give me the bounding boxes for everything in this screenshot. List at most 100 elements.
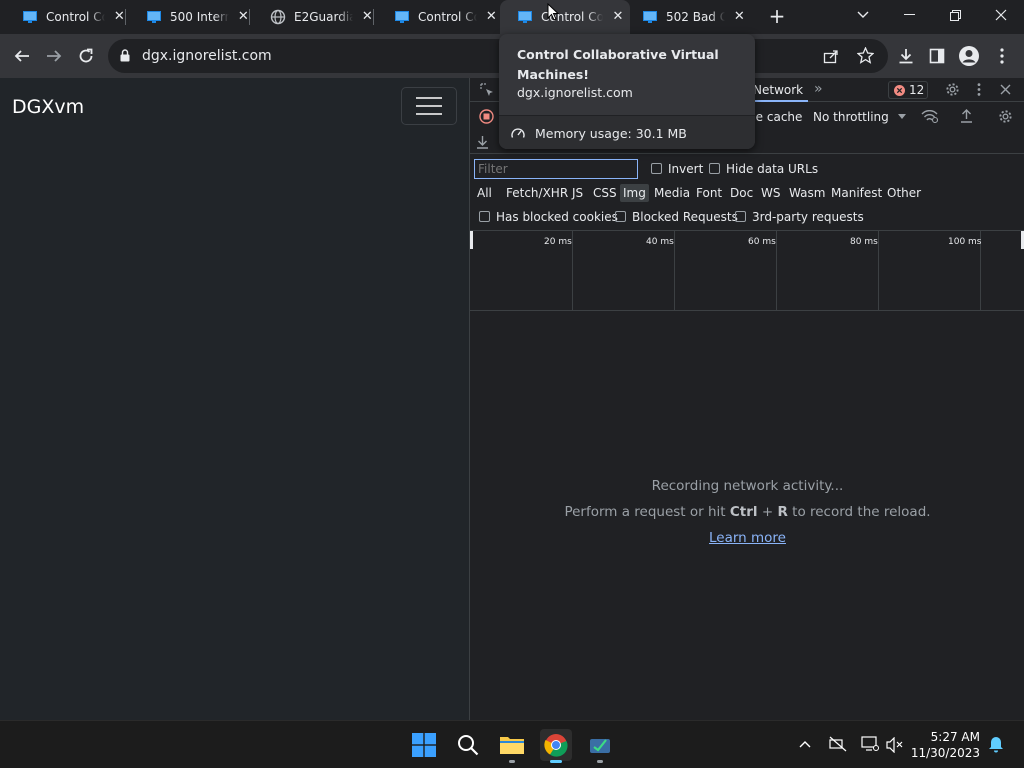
filter-other[interactable]: Other [884, 184, 924, 202]
close-icon[interactable]: ✕ [733, 10, 746, 24]
lock-icon[interactable] [120, 49, 130, 62]
filter-all[interactable]: All [474, 184, 495, 202]
app-taskbar-button[interactable] [584, 729, 616, 763]
close-window-button[interactable] [978, 0, 1024, 30]
learn-more-link[interactable]: Learn more [709, 530, 786, 546]
record-stop-icon[interactable] [479, 109, 494, 124]
mouse-cursor-icon [547, 3, 559, 21]
more-tabs-icon[interactable]: » [814, 81, 823, 97]
gear-icon[interactable] [945, 82, 960, 97]
tab-6[interactable]: 502 Bad Gateway ✕ [622, 0, 746, 34]
filter-css[interactable]: CSS [590, 184, 620, 202]
hamburger-line [416, 113, 442, 115]
address-bar[interactable]: dgx.ignorelist.com [108, 39, 888, 73]
display-icon[interactable] [861, 736, 879, 752]
close-icon[interactable] [1000, 84, 1011, 95]
gear-icon[interactable] [998, 109, 1013, 124]
new-tab-button[interactable]: + [766, 5, 788, 27]
has-blocked-cookies-checkbox[interactable]: Has blocked cookies [479, 210, 618, 224]
tab-2[interactable]: 500 Internal Server Error ✕ [126, 0, 250, 34]
navbar-toggler-button[interactable] [401, 87, 457, 125]
system-clock[interactable]: 5:27 AM 11/30/2023 [911, 729, 980, 761]
inspect-element-icon[interactable] [480, 83, 494, 97]
kebab-menu-icon [1000, 48, 1004, 64]
timeline-gridline [674, 231, 675, 311]
chrome-taskbar-button[interactable] [540, 729, 572, 763]
active-tab-indicator [746, 100, 808, 102]
hide-data-urls-checkbox[interactable]: Hide data URLs [709, 162, 818, 176]
notification-bell-icon[interactable] [988, 736, 1004, 753]
volume-muted-icon[interactable] [886, 737, 904, 753]
filter-font[interactable]: Font [693, 184, 725, 202]
invert-checkbox[interactable]: Invert [651, 162, 703, 176]
share-icon[interactable] [823, 48, 839, 64]
kebab-menu-icon[interactable] [977, 83, 981, 96]
file-explorer-button[interactable] [496, 729, 528, 763]
download-har-icon[interactable] [476, 135, 489, 149]
filter-ws[interactable]: WS [758, 184, 783, 202]
search-button[interactable] [452, 729, 484, 761]
running-indicator [509, 760, 515, 763]
minimize-button[interactable] [886, 0, 932, 30]
chevron-down-icon [857, 11, 869, 18]
reload-button[interactable] [72, 42, 100, 70]
reload-icon [79, 48, 93, 63]
windows-logo-icon [412, 733, 436, 757]
menu-button[interactable] [988, 42, 1016, 70]
timeline-tick-label: 60 ms [748, 237, 776, 247]
tab-1[interactable]: Control Collaborative Virtual Machines! … [2, 0, 126, 34]
network-disconnected-icon[interactable] [829, 736, 847, 752]
close-icon[interactable]: ✕ [237, 10, 250, 24]
tab-3[interactable]: E2Guardian ✕ [250, 0, 374, 34]
tab-4[interactable]: Control Collaborative Virtual Machines! … [374, 0, 498, 34]
checkbox-box [735, 211, 746, 222]
timeline-tick-label: 80 ms [850, 237, 878, 247]
chevron-up-icon[interactable] [799, 740, 811, 748]
monitor-icon [147, 11, 161, 23]
restore-button[interactable] [932, 0, 978, 30]
filter-manifest[interactable]: Manifest [828, 184, 885, 202]
third-party-requests-label: 3rd-party requests [752, 210, 864, 224]
clock-time: 5:27 AM [930, 730, 980, 744]
blocked-requests-label: Blocked Requests [632, 210, 738, 224]
network-conditions-icon[interactable] [921, 110, 938, 123]
filter-fetch-xhr[interactable]: Fetch/XHR [503, 184, 571, 202]
navbar-brand[interactable]: DGXvm [12, 96, 84, 118]
filter-input[interactable] [474, 159, 638, 179]
blocked-filters-row: Has blocked cookies Blocked Requests 3rd… [470, 210, 1024, 228]
filter-doc[interactable]: Doc [727, 184, 756, 202]
recording-message: Recording network activity... [651, 478, 844, 494]
close-icon[interactable]: ✕ [113, 10, 126, 24]
timeline-tick-label: 100 ms [948, 237, 982, 247]
star-icon[interactable] [857, 47, 874, 64]
back-button[interactable] [8, 42, 36, 70]
tab-search-button[interactable] [840, 0, 886, 30]
forward-button[interactable] [40, 42, 68, 70]
downloads-button[interactable] [892, 42, 920, 70]
third-party-requests-checkbox[interactable]: 3rd-party requests [735, 210, 864, 224]
timeline-left-handle[interactable] [470, 231, 473, 249]
blocked-requests-checkbox[interactable]: Blocked Requests [615, 210, 738, 224]
timeline-gridline [776, 231, 777, 311]
timeline-tick-label: 20 ms [544, 237, 572, 247]
monitor-icon [23, 11, 37, 23]
tab-network[interactable]: Network [753, 83, 803, 97]
close-icon[interactable]: ✕ [485, 10, 498, 24]
checkbox-box [709, 163, 720, 174]
filter-wasm[interactable]: Wasm [786, 184, 828, 202]
filter-media[interactable]: Media [651, 184, 693, 202]
chevron-down-icon[interactable] [898, 114, 906, 119]
filter-js[interactable]: JS [569, 184, 586, 202]
side-panel-button[interactable] [923, 42, 951, 70]
close-icon[interactable]: ✕ [361, 10, 374, 24]
profile-button[interactable] [955, 42, 983, 70]
throttling-select[interactable]: No throttling [813, 110, 889, 124]
upload-icon[interactable] [960, 109, 973, 123]
network-overview-timeline[interactable]: 20 ms 40 ms 60 ms 80 ms 100 ms [470, 230, 1024, 311]
tab-5-active[interactable]: Control Collaborative Virtual Machines! … [500, 0, 630, 34]
error-counter[interactable]: 12 [888, 81, 928, 99]
resource-type-filters: All Fetch/XHR JS CSS Img Media Font Doc … [470, 184, 1024, 204]
start-button[interactable] [408, 729, 440, 761]
gauge-icon [511, 128, 525, 138]
filter-img[interactable]: Img [620, 184, 649, 202]
